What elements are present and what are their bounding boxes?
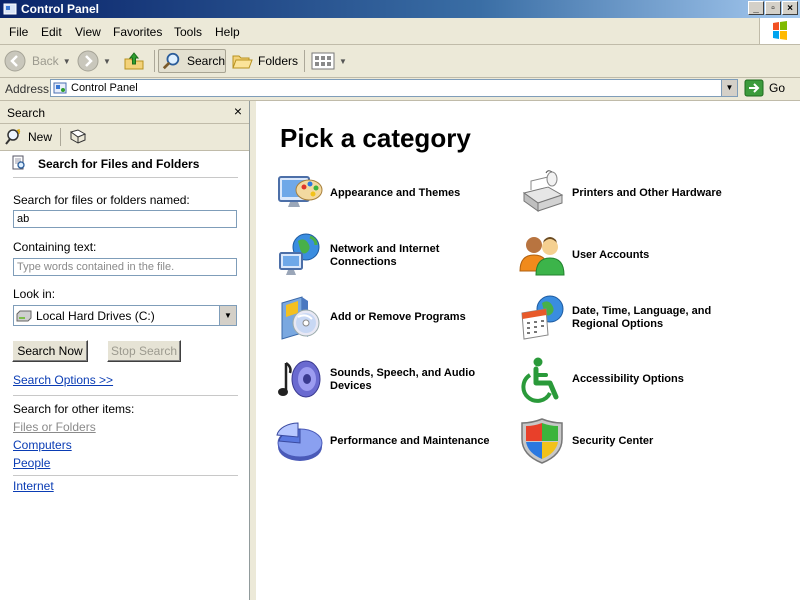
category-label: Network and Internet Connections: [330, 243, 440, 268]
people-link[interactable]: People: [13, 456, 50, 470]
menu-edit[interactable]: Edit: [41, 25, 62, 39]
go-arrow-icon: [744, 79, 764, 97]
look-in-dropdown-icon[interactable]: ▼: [219, 306, 236, 325]
category-label: Sounds, Speech, and Audio Devices: [330, 367, 476, 392]
title-bar[interactable]: Control Panel _ ▫ ×: [0, 0, 800, 18]
search-pane: Search × New Search for Files and Folder…: [0, 101, 250, 600]
book-icon: [69, 129, 87, 144]
new-search-button[interactable]: New: [5, 128, 52, 146]
address-input[interactable]: Control Panel ▼: [50, 79, 738, 97]
address-label: Address: [5, 82, 50, 96]
name-label: Search for files or folders named:: [13, 193, 190, 207]
up-folder-icon: [124, 52, 144, 70]
stop-search-button[interactable]: Stop Search: [107, 340, 181, 362]
programs-icon: [281, 296, 320, 340]
toolbar: Back ▼ ▼ Search Folders ▼: [0, 45, 800, 78]
menu-view[interactable]: View: [75, 25, 101, 39]
security-icon: [521, 418, 563, 464]
look-in-label: Look in:: [13, 287, 56, 301]
category-label: Printers and Other Hardware: [572, 187, 722, 199]
menu-help[interactable]: Help: [215, 25, 240, 39]
sound-icon: [278, 360, 321, 398]
look-in-select[interactable]: Local Hard Drives (C:) ▼: [13, 305, 237, 326]
search-heading: Search for Files and Folders: [38, 157, 200, 171]
menu-favorites[interactable]: Favorites: [113, 25, 162, 39]
control-panel-icon: [3, 3, 17, 15]
hard-drive-icon: [16, 310, 32, 322]
back-arrow-icon: [4, 50, 26, 72]
views-button[interactable]: ▼: [311, 49, 347, 73]
up-folder-button[interactable]: [123, 49, 145, 73]
category-performance-maintenance[interactable]: Performance and Maintenance: [276, 417, 516, 467]
accessibility-icon: [521, 357, 559, 403]
internet-link[interactable]: Internet: [13, 479, 54, 493]
containing-text-label: Containing text:: [13, 240, 97, 254]
search-button[interactable]: Search: [158, 49, 226, 73]
category-label: Security Center: [572, 435, 654, 447]
files-or-folders-link[interactable]: Files or Folders: [13, 420, 96, 434]
category-label: Performance and Maintenance: [330, 435, 490, 447]
category-view: Pick a category Appearance and Themes Pr…: [256, 101, 800, 600]
category-printers-hardware[interactable]: Printers and Other Hardware: [518, 169, 758, 219]
search-now-button[interactable]: Search Now: [12, 340, 88, 362]
page-title: Pick a category: [280, 123, 471, 153]
menu-bar: File Edit View Favorites Tools Help: [0, 18, 800, 45]
category-sounds-speech-audio[interactable]: Sounds, Speech, and Audio Devices: [276, 355, 516, 405]
control-panel-small-icon: [53, 82, 67, 94]
window-title: Control Panel: [21, 2, 100, 16]
windows-flag-icon: [773, 21, 787, 40]
back-dropdown-icon: ▼: [62, 56, 71, 66]
menu-file[interactable]: File: [9, 25, 28, 39]
category-label: User Accounts: [572, 249, 650, 261]
close-button[interactable]: ×: [782, 1, 798, 15]
windows-logo: [759, 18, 800, 44]
users-icon: [519, 237, 565, 276]
menu-tools[interactable]: Tools: [174, 25, 202, 39]
go-button[interactable]: Go: [744, 79, 794, 97]
network-icon: [279, 233, 320, 275]
forward-dropdown-icon: ▼: [103, 56, 111, 66]
search-icon: [162, 52, 180, 70]
search-pane-toolbar: New: [0, 124, 249, 151]
category-label: Appearance and Themes: [330, 187, 461, 199]
views-icon: [311, 52, 335, 70]
views-dropdown-icon: ▼: [339, 56, 347, 66]
folders-icon: [232, 55, 253, 69]
category-date-time-language[interactable]: Date, Time, Language, and Regional Option…: [518, 293, 758, 343]
folders-button[interactable]: Folders: [231, 49, 298, 73]
forward-button[interactable]: ▼: [77, 49, 111, 73]
printer-icon: [522, 170, 564, 212]
category-accessibility-options[interactable]: Accessibility Options: [518, 355, 758, 405]
containing-text-input[interactable]: Type words contained in the file.: [13, 258, 237, 276]
category-label: Add or Remove Programs: [330, 311, 466, 323]
minimize-button[interactable]: _: [748, 1, 764, 15]
address-bar: Address Control Panel ▼ Go: [0, 78, 800, 101]
category-label: Date, Time, Language, and Regional Option…: [572, 305, 712, 330]
search-pane-close-icon[interactable]: ×: [231, 103, 245, 119]
category-network-internet[interactable]: Network and Internet Connections: [276, 231, 516, 281]
other-items-label: Search for other items:: [13, 402, 135, 416]
file-name-input[interactable]: ab: [13, 210, 237, 228]
address-value: Control Panel: [71, 82, 138, 94]
search-files-icon: [12, 155, 25, 170]
search-pane-header: Search ×: [0, 101, 249, 124]
address-dropdown-icon[interactable]: ▼: [721, 80, 737, 96]
back-button[interactable]: Back ▼: [4, 49, 71, 73]
performance-icon: [276, 422, 323, 461]
search-companion-button[interactable]: [68, 128, 88, 149]
search-pane-title: Search: [7, 106, 46, 120]
category-label: Accessibility Options: [572, 373, 684, 385]
computers-link[interactable]: Computers: [13, 438, 72, 452]
search-options-link[interactable]: Search Options >>: [13, 373, 113, 387]
new-search-icon: [5, 129, 21, 145]
appearance-icon: [278, 176, 323, 207]
category-add-remove-programs[interactable]: Add or Remove Programs: [276, 293, 516, 343]
category-security-center[interactable]: Security Center: [518, 417, 758, 467]
maximize-button[interactable]: ▫: [765, 1, 781, 15]
datetime-icon: [521, 295, 564, 340]
category-appearance-themes[interactable]: Appearance and Themes: [276, 169, 516, 219]
category-user-accounts[interactable]: User Accounts: [518, 231, 758, 281]
forward-arrow-icon: [77, 50, 99, 72]
